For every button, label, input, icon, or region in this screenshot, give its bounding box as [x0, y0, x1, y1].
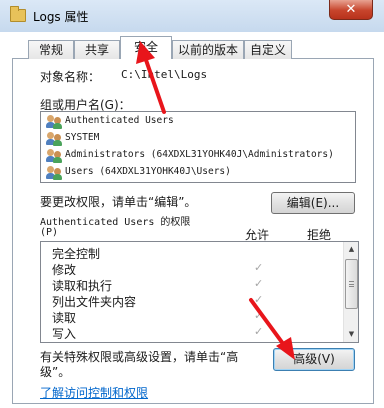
- permission-name: 写入: [52, 327, 77, 341]
- allow-check-icon: ✓: [254, 261, 264, 274]
- folder-icon: [10, 6, 26, 22]
- object-name-label: 对象名称：: [40, 70, 101, 84]
- permission-row-modify[interactable]: 修改 ✓: [41, 261, 341, 277]
- advanced-settings-hint: 有关特殊权限或高级设置，请单击“高级”。: [40, 350, 239, 379]
- allow-check-icon: ✓: [254, 293, 264, 306]
- allow-check-icon: ✓: [254, 325, 264, 338]
- learn-access-control-link[interactable]: 了解访问控制和权限: [40, 384, 148, 401]
- scroll-thumb[interactable]: [345, 259, 358, 309]
- scroll-up-arrow-icon[interactable]: ▲: [344, 242, 358, 257]
- change-permissions-hint: 要更改权限，请单击“编辑”。: [40, 195, 197, 209]
- permissions-accelerator: (P): [40, 227, 59, 238]
- tab-share[interactable]: 共享: [74, 40, 120, 59]
- user-list[interactable]: Authenticated Users SYSTEM Administrator…: [40, 111, 356, 183]
- close-icon: ✕: [345, 2, 357, 17]
- close-button[interactable]: ✕: [329, 0, 373, 20]
- permissions-for-label: Authenticated Users 的权限: [40, 217, 191, 228]
- users-icon: [45, 166, 63, 180]
- tab-general[interactable]: 常规: [28, 40, 74, 59]
- object-name-value: C:\Intel\Logs: [121, 68, 208, 81]
- permissions-scrollbar[interactable]: ▲ ▼: [343, 242, 358, 342]
- user-name: SYSTEM: [65, 132, 100, 143]
- permission-name: 列出文件夹内容: [52, 295, 137, 309]
- window-title: Logs 属性: [33, 10, 89, 24]
- allow-check-icon: ✓: [254, 277, 264, 290]
- users-icon: [45, 115, 63, 129]
- scroll-down-arrow-icon[interactable]: ▼: [344, 327, 358, 342]
- user-name: Administrators (64XDXL31YOHK40J\Administ…: [65, 149, 334, 160]
- tab-previous-versions[interactable]: 以前的版本: [172, 40, 244, 59]
- user-name: Users (64XDXL31YOHK40J\Users): [65, 166, 231, 177]
- permission-name: 读取和执行: [52, 279, 113, 293]
- permission-row-list-folder[interactable]: 列出文件夹内容 ✓: [41, 293, 341, 309]
- users-icon: [45, 132, 63, 146]
- user-name: Authenticated Users: [65, 115, 174, 126]
- permissions-list[interactable]: 完全控制 修改 ✓ 读取和执行 ✓ 列出文件夹内容 ✓ 读取 ✓ 写入 ✓ ▲ …: [40, 241, 359, 343]
- permission-row-write[interactable]: 写入 ✓: [41, 325, 341, 341]
- permission-row-read[interactable]: 读取 ✓: [41, 309, 341, 325]
- title-bar: Logs 属性 ✕: [0, 0, 384, 32]
- allow-check-icon: ✓: [254, 309, 264, 322]
- permission-row-full-control[interactable]: 完全控制: [41, 245, 341, 261]
- permission-name: 读取: [52, 311, 77, 325]
- advanced-button[interactable]: 高级(V): [273, 348, 355, 371]
- tab-customize[interactable]: 自定义: [244, 40, 292, 59]
- permission-name: 修改: [52, 263, 77, 277]
- users-icon: [45, 149, 63, 163]
- edit-button[interactable]: 编辑(E)...: [271, 192, 355, 214]
- tab-security[interactable]: 安全: [120, 36, 172, 59]
- permission-row-read-execute[interactable]: 读取和执行 ✓: [41, 277, 341, 293]
- permission-name: 完全控制: [52, 247, 101, 261]
